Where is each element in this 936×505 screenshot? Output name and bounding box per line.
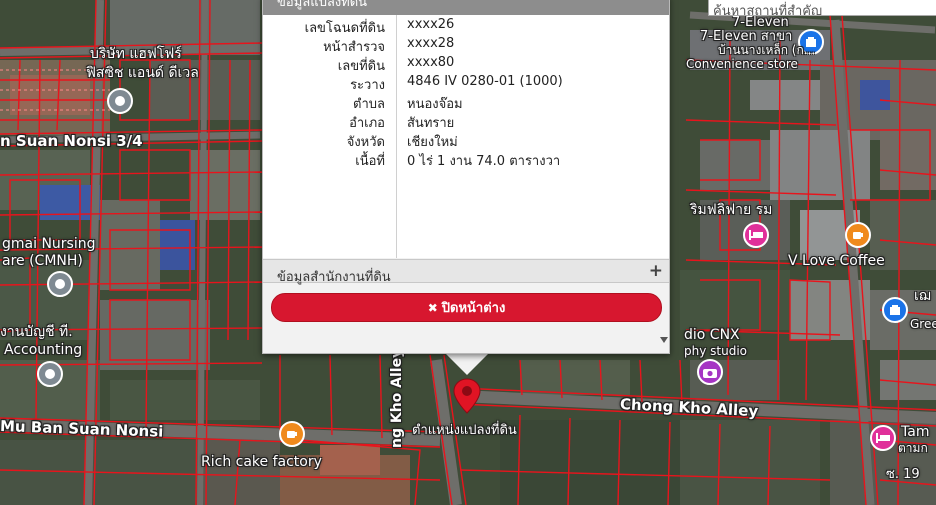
map-label-gree: เฌ: [914, 288, 931, 304]
land-office-section-toggle[interactable]: ข้อมูลสำนักงานที่ดิน +: [263, 259, 669, 285]
close-window-label: ปิดหน้าต่าง: [441, 301, 506, 316]
parcel-info-popup: ข้อมูลแปลงที่ดิน เลขโฉนดที่ดิน xxxx26 หน…: [262, 0, 670, 354]
info-row-value: xxxx80: [407, 55, 455, 70]
store-icon[interactable]: [882, 297, 908, 323]
cafe-icon[interactable]: [279, 421, 305, 447]
map-label-accounting: Accounting: [4, 342, 83, 358]
location-dot-icon[interactable]: [107, 88, 133, 114]
map-label-studio: dio CNX: [684, 327, 740, 343]
popup-pointer: [445, 353, 489, 375]
map-label-rim: ริมฟลิฟาย รม: [690, 202, 773, 218]
location-dot-icon[interactable]: [47, 271, 73, 297]
info-row-label: หน้าสำรวจ: [323, 40, 385, 55]
info-row-label: จังหวัด: [346, 135, 385, 150]
hotel-icon[interactable]: [743, 222, 769, 248]
info-row-label: เลขโฉนดที่ดิน: [304, 21, 385, 36]
location-dot-icon[interactable]: [37, 361, 63, 387]
map-label-company: ฟิสซิช แอนด์ ดีเวล: [86, 65, 199, 81]
parcel-info-table: เลขโฉนดที่ดิน xxxx26 หน้าสำรวจ xxxx28 เล…: [263, 15, 669, 258]
map-label-rich-cake: Rich cake factory: [201, 454, 322, 470]
land-office-section-label: ข้อมูลสำนักงานที่ดิน: [277, 270, 391, 285]
cafe-icon[interactable]: [845, 222, 871, 248]
parcel-marker-label: ตำแหน่งแปลงที่ดิน: [412, 423, 517, 438]
scroll-down-arrow-icon[interactable]: [660, 337, 668, 343]
info-row-label: อำเภอ: [349, 116, 385, 131]
map-label-tam: Tam: [901, 424, 930, 440]
info-row-label: ตำบล: [353, 97, 385, 112]
info-row-value: xxxx28: [407, 36, 455, 51]
map-label-gree: Gree: [910, 317, 936, 331]
map-label-tam: ตามก: [898, 441, 928, 455]
expand-plus-icon[interactable]: +: [649, 262, 663, 280]
info-row: จังหวัด เชียงใหม่: [263, 131, 669, 150]
hotel-icon[interactable]: [870, 425, 896, 451]
close-window-button[interactable]: ✖ ปิดหน้าต่าง: [271, 293, 662, 322]
info-row-label: ระวาง: [350, 78, 385, 93]
map-label-studio: phy studio: [684, 344, 747, 358]
close-icon: ✖: [427, 300, 438, 315]
map-label-accounting: งานบัญชี ที.: [0, 324, 73, 340]
map-label-7eleven: บ้านนางเหล็ก (ก...: [718, 43, 816, 57]
map-label-nursing: gmai Nursing: [2, 236, 96, 252]
map-pin-icon[interactable]: [452, 378, 482, 414]
info-row: เนื้อที่ 0 ไร่ 1 งาน 74.0 ตารางวา: [263, 150, 669, 169]
info-row: เลขที่ดิน xxxx80: [263, 55, 669, 74]
info-row: ระวาง 4846 IV 0280-01 (1000): [263, 74, 669, 93]
info-row-value: สันทราย: [407, 116, 455, 131]
map-label-road: ng Kho Alley: [389, 348, 405, 448]
info-row-label: เนื้อที่: [355, 154, 385, 169]
info-row: ตำบล หนองจ๊อม: [263, 93, 669, 112]
map-label-road: n Suan Nonsi 3/4: [0, 132, 143, 150]
map-label-company: บริษัท แฮฟโฟร์: [90, 46, 182, 62]
map-label-7eleven: Convenience store: [686, 57, 798, 71]
info-row-value: หนองจ๊อม: [407, 97, 463, 112]
info-row-label: เลขที่ดิน: [337, 59, 385, 74]
popup-title: ข้อมูลแปลงที่ดิน: [263, 0, 669, 15]
map-label-soi: ซ. 19: [886, 467, 920, 482]
info-row-value: 4846 IV 0280-01 (1000): [407, 74, 563, 89]
info-row-value: เชียงใหม่: [407, 135, 458, 150]
place-search-input[interactable]: ค้นหาสถานที่สำคัญ: [708, 0, 936, 16]
info-row: เลขโฉนดที่ดิน xxxx26: [263, 17, 669, 36]
info-row-value: 0 ไร่ 1 งาน 74.0 ตารางวา: [407, 154, 561, 169]
map-label-nursing: are (CMNH): [2, 253, 83, 269]
info-row-value: xxxx26: [407, 17, 455, 32]
camera-icon[interactable]: [697, 359, 723, 385]
map-label-vlove: V Love Coffee: [788, 253, 885, 269]
info-row: อำเภอ สันทราย: [263, 112, 669, 131]
info-row: หน้าสำรวจ xxxx28: [263, 36, 669, 55]
